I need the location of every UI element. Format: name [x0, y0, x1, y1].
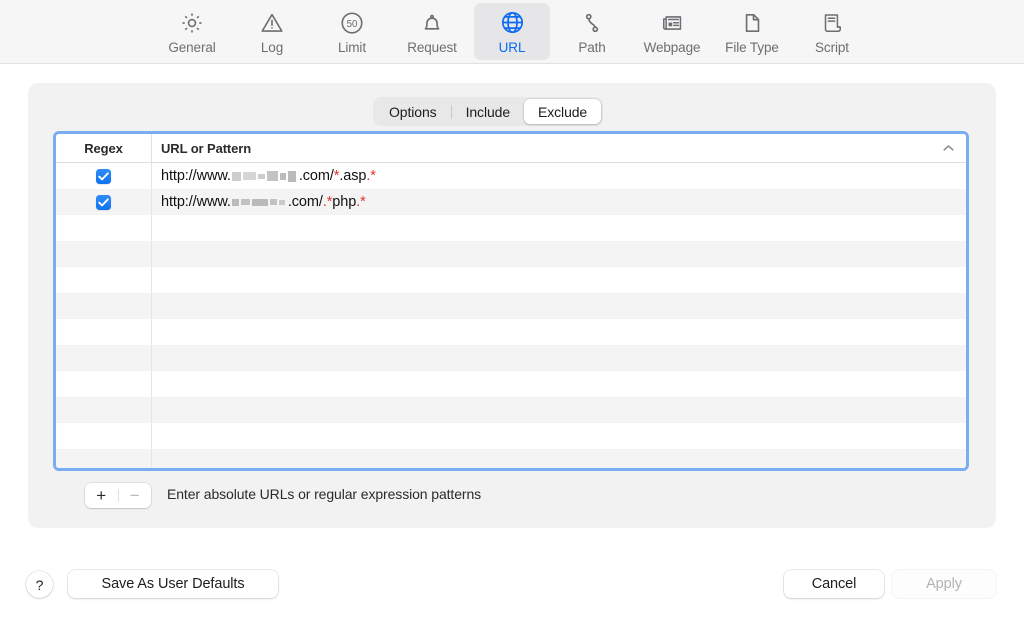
regex-cell-empty: [56, 371, 151, 397]
webpage-icon: [659, 8, 685, 37]
regex-token: *: [370, 168, 376, 184]
url-pattern-cell-empty: [151, 423, 966, 449]
url-pattern-cell-empty: [151, 215, 966, 241]
url-pattern-cell[interactable]: http://www. .com/* .asp. *: [151, 163, 966, 189]
table-row-empty: [56, 345, 966, 371]
tab-label: Script: [815, 40, 849, 55]
redacted-domain: [231, 169, 298, 183]
table-row-empty: [56, 267, 966, 293]
regex-token: *: [360, 194, 366, 210]
path-icon: [579, 8, 605, 37]
svg-text:50: 50: [347, 18, 358, 29]
tab-label: Path: [578, 40, 606, 55]
regex-cell-empty: [56, 449, 151, 468]
regex-checkbox[interactable]: [96, 168, 111, 184]
tab-script[interactable]: Script: [794, 3, 870, 60]
url-text: http://www.: [161, 168, 231, 184]
tab-general[interactable]: General: [154, 3, 230, 60]
regex-cell-empty: [56, 319, 151, 345]
warning-icon: [259, 8, 285, 37]
url-pattern-cell-empty: [151, 241, 966, 267]
segment-include[interactable]: Include: [452, 99, 524, 124]
url-pattern-cell-empty: [151, 267, 966, 293]
table-body: http://www. .com/* .asp. * http://www. .com/.…: [56, 163, 966, 468]
url-pattern-cell-empty: [151, 319, 966, 345]
add-remove-pattern-controls[interactable]: + −: [85, 483, 151, 508]
url-pattern-cell-empty: [151, 449, 966, 468]
redacted-domain: [231, 195, 287, 209]
regex-checkbox[interactable]: [96, 194, 111, 210]
column-header-url-or-pattern[interactable]: URL or Pattern: [151, 134, 966, 162]
table-row[interactable]: http://www. .com/* .asp. *: [56, 163, 966, 189]
column-header-label: URL or Pattern: [161, 140, 252, 156]
tab-log[interactable]: Log: [234, 3, 310, 60]
regex-cell-empty: [56, 241, 151, 267]
tab-webpage[interactable]: Webpage: [634, 3, 710, 60]
table-row-empty: [56, 319, 966, 345]
table-row-empty: [56, 241, 966, 267]
tab-path[interactable]: Path: [554, 3, 630, 60]
gear-icon: [179, 8, 205, 37]
exclude-patterns-table[interactable]: Regex URL or Pattern http://www. .com/* .a…: [53, 131, 969, 471]
document-icon: [739, 8, 765, 37]
table-header-row: Regex URL or Pattern: [56, 134, 966, 163]
chevron-up-icon: [943, 145, 954, 152]
url-pattern-cell-empty: [151, 371, 966, 397]
regex-cell-empty: [56, 345, 151, 371]
url-text: .com/: [298, 168, 334, 184]
url-pattern-cell[interactable]: http://www. .com/. * php. *: [151, 189, 966, 215]
help-button[interactable]: ?: [26, 571, 53, 598]
tab-file-type[interactable]: File Type: [714, 3, 790, 60]
patterns-hint-text: Enter absolute URLs or regular expressio…: [167, 486, 482, 502]
preferences-toolbar: General Log 50 Limit Request URL Path We…: [0, 0, 1024, 64]
tab-label: General: [168, 40, 216, 55]
cancel-button[interactable]: Cancel: [784, 570, 884, 598]
table-row[interactable]: http://www. .com/. * php. *: [56, 189, 966, 215]
tab-label: Log: [260, 40, 284, 55]
regex-cell-empty: [56, 423, 151, 449]
url-pattern-cell-empty: [151, 397, 966, 423]
regex-cell-empty: [56, 397, 151, 423]
column-header-regex[interactable]: Regex: [56, 134, 151, 162]
url-text: http://www.: [161, 194, 231, 210]
save-as-user-defaults-button[interactable]: Save As User Defaults: [68, 570, 278, 598]
bell-icon: [419, 8, 445, 37]
url-text: .com/: [287, 194, 323, 210]
script-icon: [819, 8, 845, 37]
regex-cell-empty: [56, 293, 151, 319]
regex-cell[interactable]: [56, 189, 151, 215]
table-row-empty: [56, 449, 966, 468]
speed-50-icon: 50: [339, 8, 365, 37]
tab-request[interactable]: Request: [394, 3, 470, 60]
tab-label: URL: [498, 40, 526, 55]
url-text: php: [332, 194, 357, 210]
table-row-empty: [56, 215, 966, 241]
exclude-panel-card: Options Include Exclude Regex URL or Pat…: [28, 83, 996, 528]
regex-cell[interactable]: [56, 163, 151, 189]
segment-exclude[interactable]: Exclude: [524, 99, 602, 124]
url-mode-segmented-control[interactable]: Options Include Exclude: [373, 97, 604, 126]
apply-button: Apply: [892, 570, 996, 598]
table-row-empty: [56, 371, 966, 397]
regex-cell-empty: [56, 215, 151, 241]
url-pattern-cell-empty: [151, 345, 966, 371]
tab-limit[interactable]: 50 Limit: [314, 3, 390, 60]
regex-cell-empty: [56, 267, 151, 293]
segment-options[interactable]: Options: [375, 99, 451, 124]
remove-pattern-button: −: [129, 485, 140, 505]
url-text: .asp: [339, 168, 367, 184]
tab-label: Request: [407, 40, 457, 55]
table-row-empty: [56, 423, 966, 449]
globe-icon: [499, 8, 526, 37]
table-row-empty: [56, 293, 966, 319]
tab-url[interactable]: URL: [474, 3, 550, 60]
table-row-empty: [56, 397, 966, 423]
add-pattern-button[interactable]: +: [85, 483, 118, 508]
url-pattern-cell-empty: [151, 293, 966, 319]
tab-label: File Type: [725, 40, 779, 55]
tab-label: Webpage: [643, 40, 701, 55]
tab-label: Limit: [337, 40, 366, 55]
